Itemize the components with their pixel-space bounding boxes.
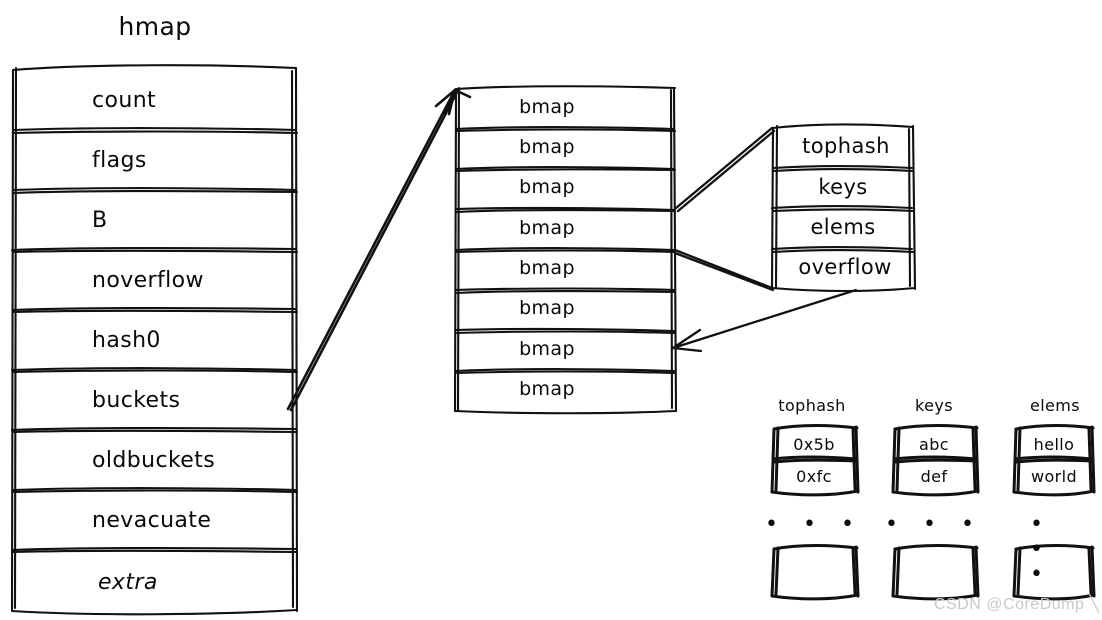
bmap-cell-1: bmap <box>519 136 575 158</box>
hmap-field-nevacuate: nevacuate <box>92 508 212 533</box>
hmap-field-b: B <box>92 208 108 233</box>
bmap-cell-3: bmap <box>519 217 575 239</box>
elems-value-0: hello <box>1033 435 1075 454</box>
column-header-elems: elems <box>1029 396 1081 415</box>
connector-bmap-to-detail <box>673 126 776 292</box>
column-header-keys: keys <box>915 396 953 415</box>
tophash-ellipsis: • • • <box>765 512 863 537</box>
hmap-field-hash0: hash0 <box>92 328 161 353</box>
hmap-field-noverflow: noverflow <box>92 268 204 293</box>
elems-ellipsis: • • • <box>1030 512 1052 587</box>
bmap-cell-7: bmap <box>519 378 575 400</box>
keys-value-0: abc <box>919 435 949 454</box>
hmap-field-count: count <box>92 88 157 113</box>
keys-ellipsis: • • • <box>885 512 983 537</box>
bmap-cell-4: bmap <box>519 257 575 279</box>
arrow-overflow-to-bmap <box>671 288 858 353</box>
hmap-field-buckets: buckets <box>92 388 181 413</box>
bmap-detail-tophash: tophash <box>802 134 890 158</box>
watermark: CSDN @CoreDump ╲ <box>934 596 1100 613</box>
bmap-detail-overflow: overflow <box>798 255 892 279</box>
tophash-value-0: 0x5b <box>793 435 835 454</box>
arrow-buckets-to-bmap <box>286 88 472 412</box>
bmap-cell-6: bmap <box>519 338 575 360</box>
bmap-detail-keys: keys <box>818 175 868 199</box>
page-title: hmap <box>118 12 192 41</box>
bmap-detail-elems: elems <box>810 215 876 239</box>
column-header-tophash: tophash <box>778 396 846 415</box>
bmap-cell-0: bmap <box>519 96 575 118</box>
elems-value-1: world <box>1030 467 1078 486</box>
bmap-cell-5: bmap <box>519 297 575 319</box>
hmap-field-oldbuckets: oldbuckets <box>92 448 216 473</box>
keys-value-1: def <box>920 467 948 486</box>
tophash-value-1: 0xfc <box>796 467 832 486</box>
hmap-field-flags: flags <box>92 148 147 173</box>
diagram-canvas: hmap count flags B noverflow hash0 bucke… <box>0 0 1102 620</box>
bmap-row-dividers <box>454 126 677 375</box>
hmap-field-extra: extra <box>98 570 158 595</box>
bmap-cell-2: bmap <box>519 176 575 198</box>
